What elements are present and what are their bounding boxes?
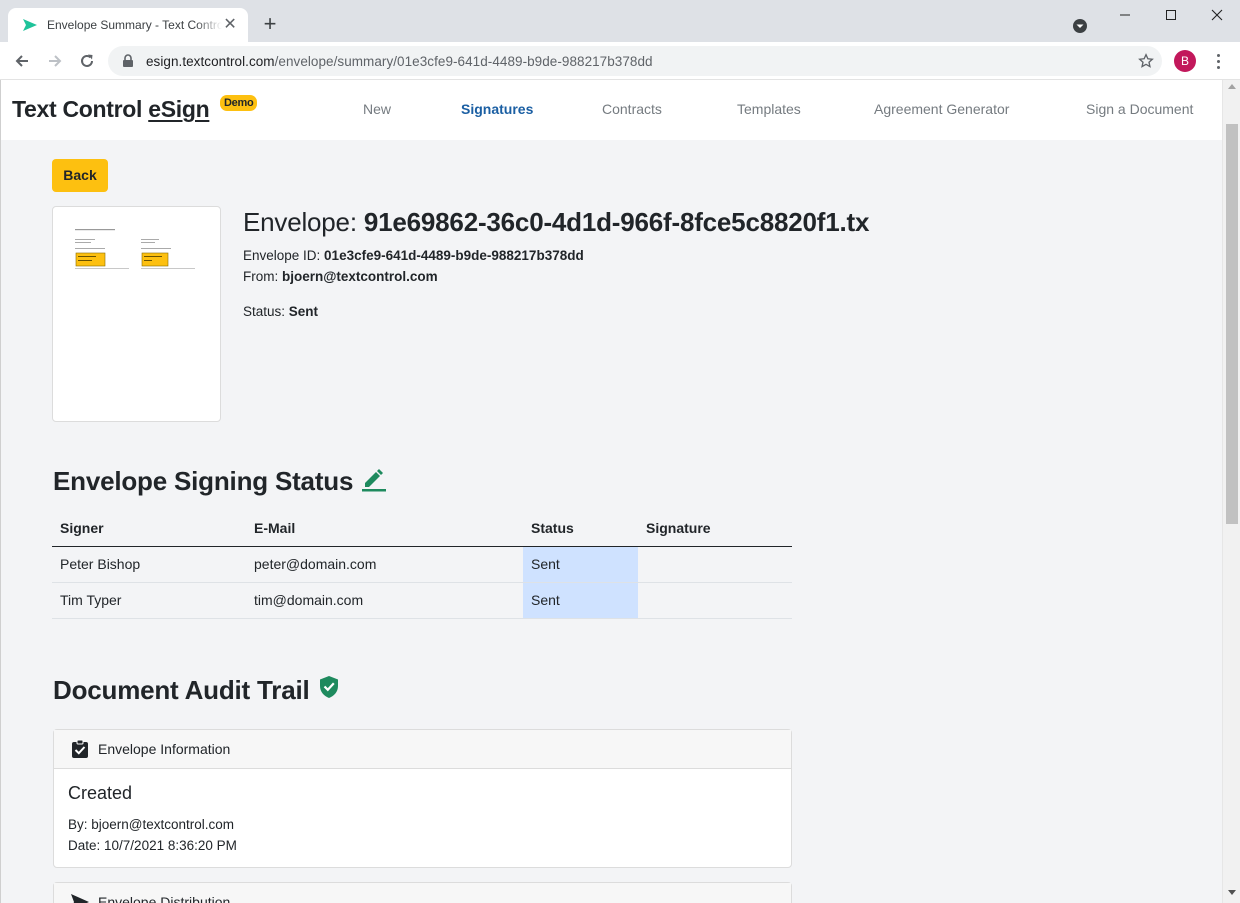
audit-event-date: Date: 10/7/2021 8:36:20 PM [68,835,777,856]
browser-menu-icon[interactable] [1208,50,1228,72]
lock-icon [120,53,136,69]
nav-signatures[interactable]: Signatures [461,101,533,117]
signing-status-heading: Envelope Signing Status [53,464,387,499]
table-row: Peter Bishop peter@domain.com Sent [52,546,792,583]
nav-new[interactable]: New [363,101,391,117]
envelope-from: From: bjoern@textcontrol.com [243,269,438,284]
brand-prefix: Text Control [12,96,149,122]
site-logo[interactable]: Text Control eSign [12,96,210,123]
url-text: esign.textcontrol.com/envelope/summary/0… [146,54,653,69]
envelope-status-label: Status: [243,304,289,319]
brand-name: eSign [148,96,210,122]
new-tab-button[interactable]: + [258,13,282,37]
envelope-status-value: Sent [288,304,319,319]
audit-by-label: By: [68,817,92,832]
maximize-icon[interactable] [1148,0,1194,30]
back-button[interactable]: Back [52,159,108,192]
envelope-id: Envelope ID: 01e3cfe9-641d-4489-b9de-988… [243,248,584,263]
envelope-from-value: bjoern@textcontrol.com [282,269,438,284]
audit-event-title: Created [68,783,133,803]
card-header-label: Envelope Distribution [98,894,231,903]
browser-tab[interactable]: Envelope Summary - Text Control eSign ✕ [8,8,248,42]
column-signer: Signer [52,510,246,547]
signer-email: tim@domain.com [246,582,523,619]
card-header-label: Envelope Information [98,741,231,757]
document-thumbnail[interactable] [52,206,221,422]
url-path: /envelope/summary/01e3cfe9-641d-4489-b9d… [274,53,653,69]
page-scrollbar[interactable] [1222,80,1240,903]
audit-trail-heading: Document Audit Trail [53,675,340,706]
scroll-up-icon[interactable] [1228,84,1236,89]
signer-status: Sent [523,546,638,583]
document-preview-image [75,229,195,269]
browser-tabstrip: Envelope Summary - Text Control eSign ✕ … [0,0,1240,42]
audit-by-value: bjoern@textcontrol.com [91,817,235,832]
minimize-icon[interactable] [1102,0,1148,30]
envelope-status: Status: Sent [243,304,318,319]
tab-close-icon[interactable]: ✕ [222,17,238,33]
shield-check-icon [318,675,340,706]
back-arrow-icon[interactable] [9,48,35,74]
audit-trail-title: Document Audit Trail [53,675,310,705]
page-viewport: Text Control eSign Demo New Signatures C… [0,80,1222,903]
envelope-title-label: Envelope: [243,207,364,237]
signer-status: Sent [523,582,638,619]
nav-contracts[interactable]: Contracts [602,101,662,117]
envelope-information-card: Envelope Information Created By: bjoern@… [53,729,792,868]
signer-signature [638,546,792,583]
nav-agreement-generator[interactable]: Agreement Generator [874,101,1009,117]
signers-table-header: Signer E-Mail Status Signature [52,510,792,547]
card-header[interactable]: Envelope Distribution [54,883,791,903]
bookmark-star-icon[interactable] [1138,53,1154,69]
envelope-id-value: 01e3cfe9-641d-4489-b9de-988217b378dd [324,248,584,263]
demo-badge: Demo [220,95,258,111]
column-status: Status [523,510,638,547]
card-header[interactable]: Envelope Information [54,730,791,769]
signer-name: Peter Bishop [52,546,246,583]
browser-toolbar: esign.textcontrol.com/envelope/summary/0… [0,42,1240,80]
column-email: E-Mail [246,510,523,547]
window-close-icon[interactable] [1194,0,1240,30]
send-icon [70,892,90,903]
audit-date-value: 10/7/2021 8:36:20 PM [104,838,237,853]
scroll-down-icon[interactable] [1228,890,1236,895]
address-bar[interactable]: esign.textcontrol.com/envelope/summary/0… [108,46,1162,76]
scrollbar-thumb[interactable] [1226,124,1238,524]
edit-pencil-icon[interactable] [361,464,387,499]
signer-signature [638,582,792,619]
nav-sign-document[interactable]: Sign a Document [1086,101,1193,117]
envelope-title: Envelope: 91e69862-36c0-4d1d-966f-8fce5c… [243,207,869,238]
profile-avatar[interactable]: B [1174,50,1196,72]
forward-arrow-icon[interactable] [42,48,68,74]
envelope-id-label: Envelope ID: [243,248,325,263]
url-host: esign.textcontrol.com [146,53,275,69]
nav-templates[interactable]: Templates [737,101,801,117]
signers-table: Signer E-Mail Status Signature Peter Bis… [52,510,792,619]
site-header: Text Control eSign Demo New Signatures C… [1,80,1222,140]
audit-event-by: By: bjoern@textcontrol.com [68,814,777,835]
audit-date-label: Date: [68,838,105,853]
signer-email: peter@domain.com [246,546,523,583]
reload-icon[interactable] [74,48,100,74]
envelope-distribution-card: Envelope Distribution [53,882,792,903]
clipboard-check-icon [70,739,90,759]
signer-name: Tim Typer [52,582,246,619]
envelope-from-label: From: [243,269,282,284]
signing-status-title: Envelope Signing Status [53,466,354,496]
tab-search-icon[interactable] [1070,16,1090,36]
envelope-title-value: 91e69862-36c0-4d1d-966f-8fce5c8820f1.tx [363,207,870,237]
table-row: Tim Typer tim@domain.com Sent [52,582,792,619]
favicon-icon [22,17,38,33]
column-signature: Signature [638,510,792,547]
tab-title: Envelope Summary - Text Control eSign [47,18,223,32]
card-body: Created By: bjoern@textcontrol.com Date:… [54,769,791,856]
